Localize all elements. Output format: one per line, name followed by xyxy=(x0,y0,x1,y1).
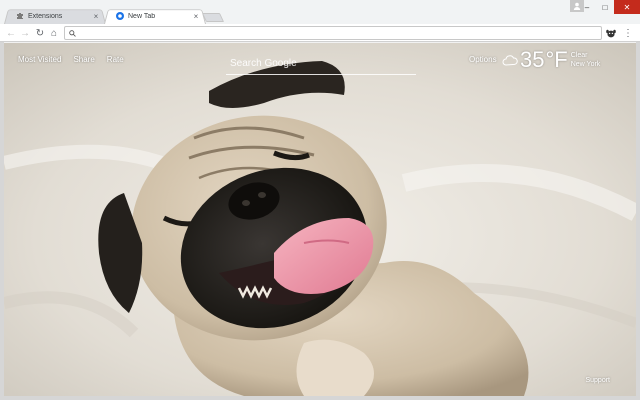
maximize-button[interactable]: □ xyxy=(596,0,614,14)
weather-widget[interactable]: 35 °F Clear New York xyxy=(502,47,600,75)
share-link[interactable]: Share xyxy=(73,55,94,64)
weather-condition: Clear xyxy=(570,52,588,59)
close-window-button[interactable]: ✕ xyxy=(614,0,640,14)
home-button[interactable]: ⌂ xyxy=(47,26,61,40)
tab-close-icon[interactable]: × xyxy=(192,12,200,21)
tab-close-icon[interactable]: × xyxy=(92,12,100,21)
pug-background-image xyxy=(4,43,636,396)
minimize-button[interactable]: – xyxy=(578,0,596,14)
cloud-icon xyxy=(502,55,518,66)
support-link[interactable]: Support xyxy=(585,377,610,384)
browser-toolbar: ← → ↻ ⌂ ⋮ xyxy=(0,24,640,42)
window-frame-left xyxy=(0,42,4,400)
pug-extension-icon[interactable] xyxy=(605,27,617,39)
new-tab-page: Most Visited Share Rate Options 35 °F Cl… xyxy=(4,43,636,396)
back-button[interactable]: ← xyxy=(4,26,18,40)
new-tab-favicon xyxy=(116,12,124,20)
most-visited-link[interactable]: Most Visited xyxy=(18,55,61,64)
weather-location: New York xyxy=(570,61,601,68)
rate-link[interactable]: Rate xyxy=(107,55,124,64)
puzzle-icon xyxy=(16,12,24,20)
search-input[interactable] xyxy=(226,53,416,74)
tab-label: New Tab xyxy=(128,12,156,20)
address-bar[interactable] xyxy=(64,26,602,40)
top-links: Most Visited Share Rate xyxy=(18,55,124,64)
weather-temperature: 35 xyxy=(520,47,545,72)
window-controls: – □ ✕ xyxy=(578,0,640,14)
browser-menu-icon[interactable]: ⋮ xyxy=(622,26,634,40)
forward-button[interactable]: → xyxy=(18,26,32,40)
weather-unit: °F xyxy=(545,47,568,72)
title-bar: Extensions × New Tab × – □ ✕ xyxy=(0,0,640,24)
reload-button[interactable]: ↻ xyxy=(33,26,47,40)
search-box xyxy=(226,53,416,75)
window-frame-right xyxy=(636,42,640,400)
search-icon xyxy=(69,29,76,37)
options-link[interactable]: Options xyxy=(469,55,497,64)
tab-extensions[interactable]: Extensions × xyxy=(4,8,106,24)
tab-new-tab[interactable]: New Tab × xyxy=(104,8,206,24)
tab-label: Extensions xyxy=(28,12,63,20)
window-frame-bottom xyxy=(0,396,640,400)
